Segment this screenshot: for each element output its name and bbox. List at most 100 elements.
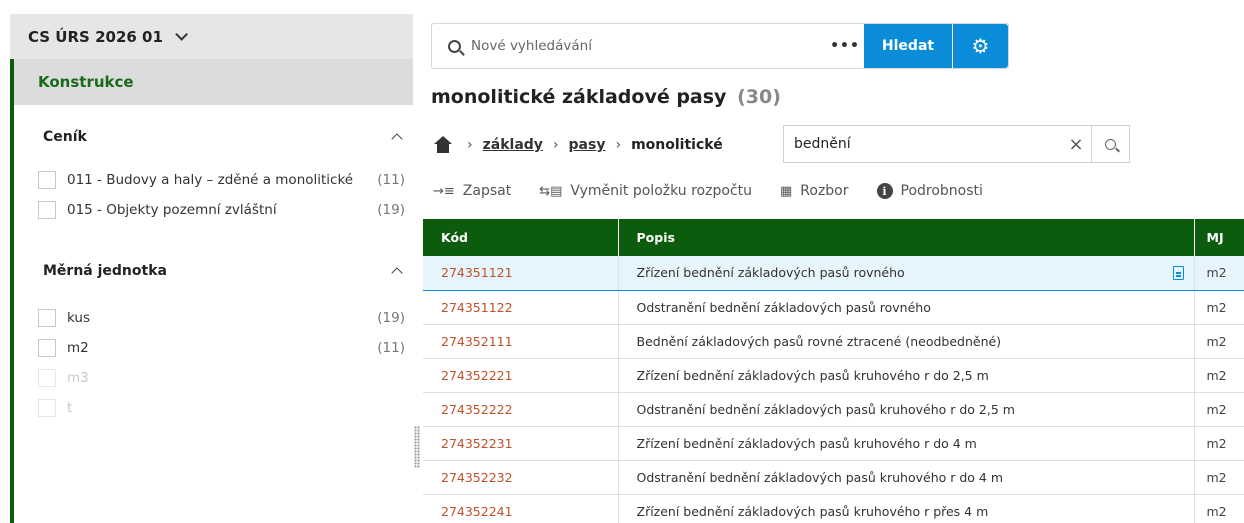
filter-group-header[interactable]: Měrná jednotka <box>14 259 413 283</box>
item-description[interactable]: Zřízení bednění základových pasů rovného <box>618 256 1195 291</box>
column-header-description[interactable]: Popis <box>618 219 1195 256</box>
filter-item-count: (19) <box>377 310 405 326</box>
filter-group-header[interactable]: Ceník <box>14 125 413 149</box>
sidebar: CS ÚRS 2026 01 Konstrukce Ceník 011 - Bu… <box>0 0 413 523</box>
table-row[interactable]: 274352221 Zřízení bednění základových pa… <box>423 358 1244 393</box>
chevron-up-icon[interactable] <box>391 133 403 145</box>
version-label: CS ÚRS 2026 01 <box>28 27 163 46</box>
filter-input[interactable] <box>784 129 1061 159</box>
analysis-button[interactable]: ▦ Rozbor <box>780 183 849 199</box>
chevron-down-icon <box>175 28 188 41</box>
checkbox[interactable] <box>38 201 56 219</box>
results-table: Kód Popis MJ 274351121 Zřízení bednění z… <box>423 219 1244 523</box>
item-code[interactable]: 274351121 <box>423 256 619 291</box>
item-description[interactable]: Odstranění bednění základových pasů kruh… <box>618 392 1195 427</box>
item-code[interactable]: 274352222 <box>423 392 619 427</box>
item-code[interactable]: 274352111 <box>423 324 619 359</box>
item-unit: m2 <box>1194 460 1244 495</box>
replace-label: Vyměnit položku rozpočtu <box>570 183 752 199</box>
breadcrumb-separator: › <box>467 137 473 153</box>
checkbox <box>38 399 56 417</box>
table-row[interactable]: 274352111 Bednění základových pasů rovné… <box>423 324 1244 359</box>
item-description[interactable]: Zřízení bednění základových pasů kruhové… <box>618 426 1195 461</box>
details-button[interactable]: i Podrobnosti <box>876 183 983 199</box>
column-header-unit[interactable]: MJ <box>1194 219 1244 256</box>
table-row[interactable]: 274352222 Odstranění bednění základových… <box>423 392 1244 427</box>
results-filter: × <box>783 125 1130 163</box>
item-code[interactable]: 274352232 <box>423 460 619 495</box>
breadcrumb-separator: › <box>615 137 622 153</box>
filter-item-count: (11) <box>377 340 405 356</box>
filter-item-label: t <box>67 400 73 416</box>
breadcrumb: › základy › pasy › monolitické <box>433 131 723 159</box>
table-header-row: Kód Popis MJ <box>423 219 1244 256</box>
filter-item-disabled: t <box>14 393 413 423</box>
filter-group-title: Měrná jednotka <box>43 263 167 279</box>
document-icon[interactable] <box>1172 266 1184 280</box>
table-row[interactable]: 274352231 Zřízení bednění základových pa… <box>423 426 1244 461</box>
table-row[interactable]: 274352232 Odstranění bednění základových… <box>423 460 1244 495</box>
page-title: monolitické základové pasy (30) <box>431 86 781 108</box>
item-unit: m2 <box>1194 256 1244 291</box>
filter-group-unit: Měrná jednotka kus (19) m2 (11) m3 t <box>14 259 413 423</box>
gear-icon: ⚙ <box>971 34 990 58</box>
search-bar: ••• Hledat ⚙ <box>431 23 1009 69</box>
item-description[interactable]: Zřízení bednění základových pasů kruhové… <box>618 494 1195 523</box>
filter-item-disabled: m3 <box>14 363 413 393</box>
breadcrumb-pasy[interactable]: pasy <box>569 137 606 153</box>
write-button[interactable]: →≡ Zapsat <box>433 183 511 199</box>
table-row[interactable]: 274351122 Odstranění bednění základových… <box>423 290 1244 325</box>
chevron-up-icon[interactable] <box>391 267 403 279</box>
column-header-code[interactable]: Kód <box>423 219 619 256</box>
search-button[interactable]: Hledat <box>864 24 952 68</box>
item-description[interactable]: Odstranění bednění základových pasů rovn… <box>618 290 1195 325</box>
checkbox <box>38 369 56 387</box>
sidebar-body: Konstrukce Ceník 011 - Budovy a haly – z… <box>10 59 413 523</box>
details-label: Podrobnosti <box>900 183 983 199</box>
replace-icon: ⇆▤ <box>539 183 563 199</box>
search-input[interactable] <box>471 31 826 61</box>
checkbox[interactable] <box>38 171 56 189</box>
search-icon <box>448 39 461 53</box>
item-unit: m2 <box>1194 426 1244 461</box>
breadcrumb-zaklady[interactable]: základy <box>483 137 543 153</box>
checkbox[interactable] <box>38 309 56 327</box>
page-title-text: monolitické základové pasy <box>431 86 727 108</box>
item-code[interactable]: 274352221 <box>423 358 619 393</box>
item-code[interactable]: 274352241 <box>423 494 619 523</box>
breadcrumb-current: monolitické <box>631 137 723 153</box>
checkbox[interactable] <box>38 339 56 357</box>
item-unit: m2 <box>1194 494 1244 523</box>
info-icon: i <box>876 183 893 199</box>
filter-item-label: m2 <box>67 340 89 356</box>
clear-icon[interactable]: × <box>1061 134 1091 155</box>
filter-item[interactable]: 015 - Objekty pozemní zvláštní (19) <box>14 195 413 225</box>
item-description[interactable]: Zřízení bednění základových pasů kruhové… <box>618 358 1195 393</box>
section-konstrukce[interactable]: Konstrukce <box>14 59 413 105</box>
version-selector[interactable]: CS ÚRS 2026 01 <box>10 14 413 59</box>
settings-button[interactable]: ⚙ <box>952 24 1008 68</box>
item-unit: m2 <box>1194 392 1244 427</box>
more-options-button[interactable]: ••• <box>826 38 864 54</box>
item-unit: m2 <box>1194 358 1244 393</box>
filter-item-label: 011 - Budovy a haly – zděné a monolitick… <box>67 172 354 188</box>
filter-item-label: 015 - Objekty pozemní zvláštní <box>67 202 277 218</box>
insert-icon: →≡ <box>433 183 455 199</box>
table-row[interactable]: 274351121 Zřízení bednění základových pa… <box>423 256 1244 291</box>
result-count: (30) <box>737 86 781 108</box>
item-unit: m2 <box>1194 290 1244 325</box>
filter-item[interactable]: kus (19) <box>14 303 413 333</box>
item-description[interactable]: Bednění základových pasů rovné ztracené … <box>618 324 1195 359</box>
replace-button[interactable]: ⇆▤ Vyměnit položku rozpočtu <box>539 183 752 199</box>
filter-item[interactable]: 011 - Budovy a haly – zděné a monolitick… <box>14 165 413 195</box>
home-icon[interactable] <box>433 136 453 154</box>
item-description[interactable]: Odstranění bednění základových pasů kruh… <box>618 460 1195 495</box>
item-code[interactable]: 274352231 <box>423 426 619 461</box>
item-code[interactable]: 274351122 <box>423 290 619 325</box>
breadcrumb-separator: › <box>552 137 559 153</box>
filter-item-label: kus <box>67 310 90 326</box>
resize-handle[interactable] <box>414 426 420 468</box>
filter-search-button[interactable] <box>1091 126 1129 162</box>
filter-item[interactable]: m2 (11) <box>14 333 413 363</box>
table-row[interactable]: 274352241 Zřízení bednění základových pa… <box>423 494 1244 523</box>
